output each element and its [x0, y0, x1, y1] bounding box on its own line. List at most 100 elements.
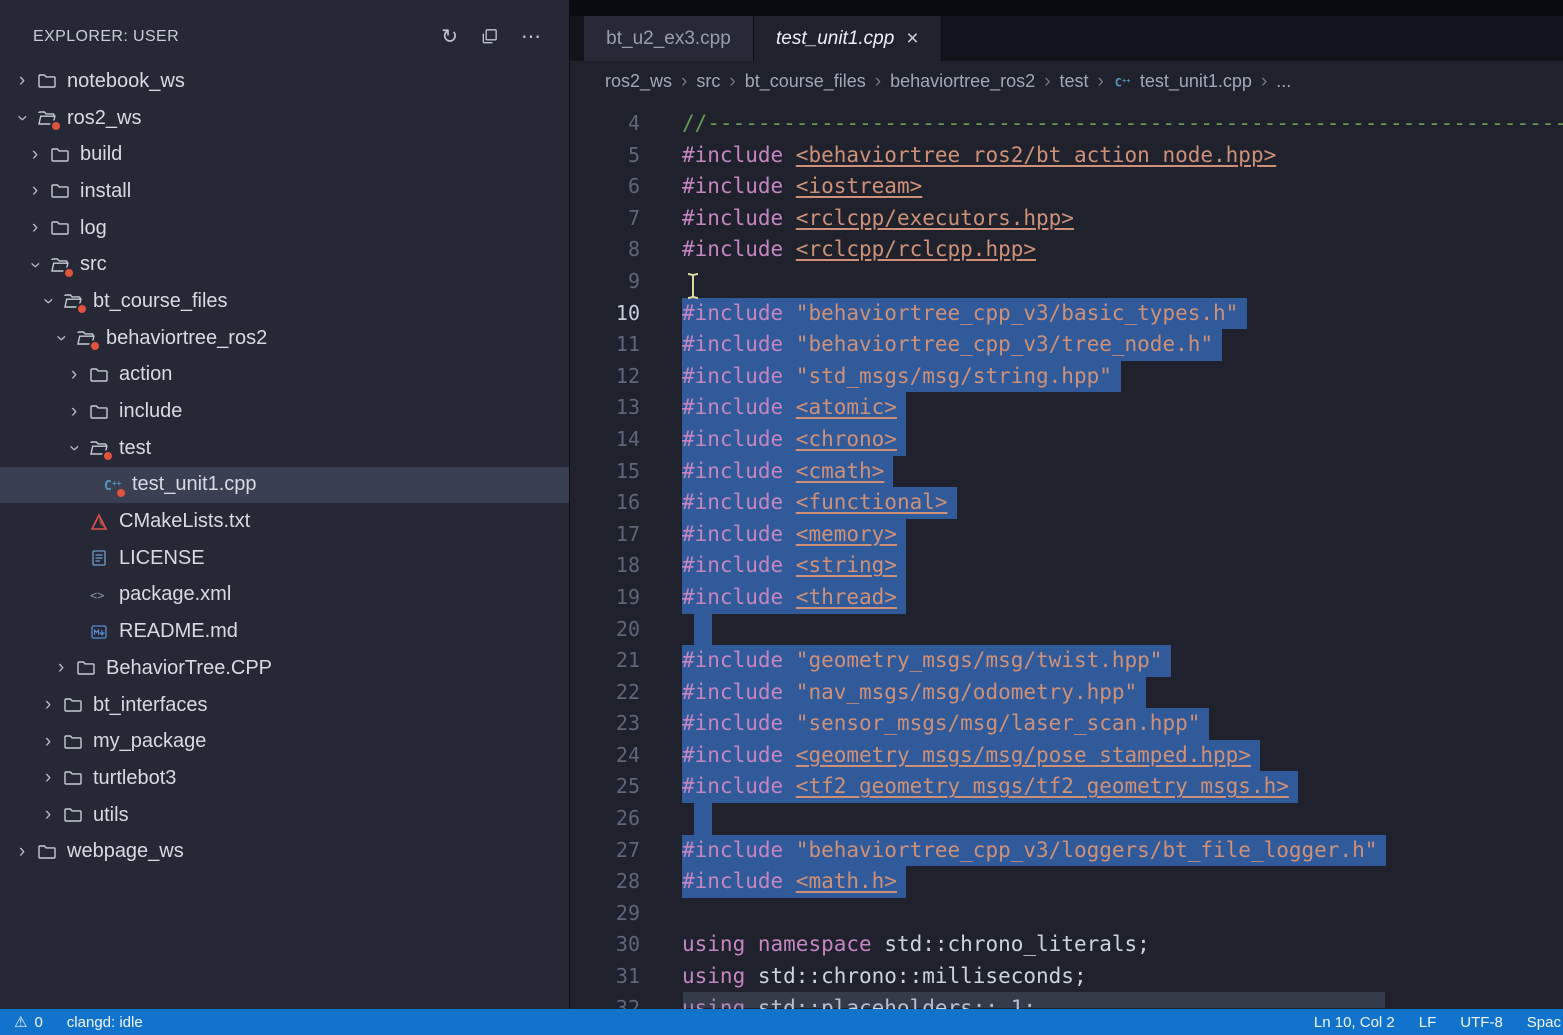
breadcrumb-item[interactable]: src [696, 71, 720, 92]
code-line-23[interactable]: 23#include "sensor_msgs/msg/laser_scan.h… [570, 708, 1563, 740]
code-line-6[interactable]: 6#include <iostream> [570, 171, 1563, 203]
code-line-9[interactable]: 9 [570, 266, 1563, 298]
chevron-icon[interactable]: › [10, 841, 34, 863]
indent-indicator[interactable]: Spac [1527, 1014, 1561, 1031]
refresh-icon[interactable]: ↻ [441, 24, 458, 49]
line-number[interactable]: 24 [570, 740, 640, 772]
code-line-16[interactable]: 16#include <functional> [570, 487, 1563, 519]
code-line-7[interactable]: 7#include <rclcpp/executors.hpp> [570, 203, 1563, 235]
chevron-icon[interactable]: › [36, 767, 60, 789]
tree-item-turtlebot3[interactable]: ›turtlebot3 [0, 760, 569, 797]
chevron-icon[interactable]: › [49, 657, 73, 679]
tree-item-utils[interactable]: ›utils [0, 797, 569, 834]
code-line-8[interactable]: 8#include <rclcpp/rclcpp.hpp> [570, 234, 1563, 266]
chevron-icon[interactable]: › [10, 70, 34, 92]
code-line-5[interactable]: 5#include <behaviortree_ros2/bt_action_n… [570, 140, 1563, 172]
code-line-21[interactable]: 21#include "geometry_msgs/msg/twist.hpp" [570, 645, 1563, 677]
code-line-18[interactable]: 18#include <string> [570, 550, 1563, 582]
tree-item-build[interactable]: ›build [0, 136, 569, 173]
code-line-14[interactable]: 14#include <chrono> [570, 424, 1563, 456]
code-line-31[interactable]: 31using std::chrono::milliseconds; [570, 961, 1563, 993]
line-number[interactable]: 7 [570, 203, 640, 235]
code-line-12[interactable]: 12#include "std_msgs/msg/string.hpp" [570, 361, 1563, 393]
code-line-11[interactable]: 11#include "behaviortree_cpp_v3/tree_nod… [570, 329, 1563, 361]
tree-item-my_package[interactable]: ›my_package [0, 723, 569, 760]
code-line-25[interactable]: 25#include <tf2_geometry_msgs/tf2_geomet… [570, 771, 1563, 803]
line-number[interactable]: 4 [570, 108, 640, 140]
code-line-28[interactable]: 28#include <math.h> [570, 866, 1563, 898]
breadcrumb-item[interactable]: bt_course_files [745, 71, 866, 92]
tree-item-test[interactable]: ›test [0, 430, 569, 467]
more-actions-icon[interactable]: ⋯ [521, 24, 541, 49]
line-number[interactable]: 14 [570, 424, 640, 456]
line-number[interactable]: 17 [570, 519, 640, 551]
line-number[interactable]: 23 [570, 708, 640, 740]
chevron-icon[interactable]: › [23, 217, 47, 239]
tree-item-webpage_ws[interactable]: ›webpage_ws [0, 833, 569, 870]
line-number[interactable]: 31 [570, 961, 640, 993]
line-number[interactable]: 18 [570, 550, 640, 582]
chevron-icon[interactable]: › [23, 144, 47, 166]
line-number[interactable]: 16 [570, 487, 640, 519]
line-number[interactable]: 6 [570, 171, 640, 203]
breadcrumb-item[interactable]: test [1060, 71, 1089, 92]
tree-item-bt_course_files[interactable]: ›bt_course_files [0, 283, 569, 320]
code-line-27[interactable]: 27#include "behaviortree_cpp_v3/loggers/… [570, 835, 1563, 867]
horizontal-scrollbar[interactable] [683, 992, 1385, 1008]
line-number[interactable]: 10 [570, 298, 640, 330]
breadcrumb-overflow[interactable]: ... [1276, 71, 1291, 92]
tree-item-log[interactable]: ›log [0, 210, 569, 247]
code-line-15[interactable]: 15#include <cmath> [570, 456, 1563, 488]
chevron-icon[interactable]: › [37, 289, 59, 313]
line-number[interactable]: 15 [570, 456, 640, 488]
line-number[interactable]: 5 [570, 140, 640, 172]
chevron-icon[interactable]: › [63, 436, 85, 460]
code-line-22[interactable]: 22#include "nav_msgs/msg/odometry.hpp" [570, 677, 1563, 709]
code-line-4[interactable]: 4//-------------------------------------… [570, 108, 1563, 140]
tree-item-BehaviorTree.CPP[interactable]: ›BehaviorTree.CPP [0, 650, 569, 687]
tab-bt_u2_ex3.cpp[interactable]: bt_u2_ex3.cpp [584, 16, 754, 61]
collapse-folders-icon[interactable] [480, 27, 499, 46]
line-number[interactable]: 27 [570, 835, 640, 867]
line-number[interactable]: 22 [570, 677, 640, 709]
breadcrumb-file[interactable]: test_unit1.cpp [1140, 71, 1252, 92]
tree-item-action[interactable]: ›action [0, 357, 569, 394]
breadcrumb-item[interactable]: ros2_ws [605, 71, 672, 92]
clangd-status[interactable]: clangd: idle [67, 1014, 143, 1031]
chevron-icon[interactable]: › [36, 731, 60, 753]
code-line-13[interactable]: 13#include <atomic> [570, 392, 1563, 424]
chevron-icon[interactable]: › [50, 326, 72, 350]
chevron-icon[interactable]: › [24, 253, 46, 277]
chevron-icon[interactable]: › [36, 694, 60, 716]
line-number[interactable]: 26 [570, 803, 640, 835]
tree-item-test_unit1.cpp[interactable]: C++test_unit1.cpp [0, 467, 569, 504]
line-number[interactable]: 13 [570, 392, 640, 424]
tree-item-bt_interfaces[interactable]: ›bt_interfaces [0, 687, 569, 724]
tree-item-src[interactable]: ›src [0, 246, 569, 283]
code-line-19[interactable]: 19#include <thread> [570, 582, 1563, 614]
code-line-20[interactable]: 20 [570, 614, 1563, 646]
cursor-position[interactable]: Ln 10, Col 2 [1314, 1014, 1395, 1031]
eol-indicator[interactable]: LF [1419, 1014, 1437, 1031]
tree-item-LICENSE[interactable]: LICENSE [0, 540, 569, 577]
code-line-29[interactable]: 29 [570, 898, 1563, 930]
line-number[interactable]: 12 [570, 361, 640, 393]
chevron-icon[interactable]: › [62, 364, 86, 386]
line-number[interactable]: 30 [570, 929, 640, 961]
code-line-24[interactable]: 24#include <geometry_msgs/msg/pose_stamp… [570, 740, 1563, 772]
tree-item-ros2_ws[interactable]: ›ros2_ws [0, 100, 569, 137]
tree-item-include[interactable]: ›include [0, 393, 569, 430]
chevron-icon[interactable]: › [36, 804, 60, 826]
code-line-26[interactable]: 26 [570, 803, 1563, 835]
code-editor[interactable]: 4//-------------------------------------… [570, 102, 1563, 1009]
tree-item-behaviortree_ros2[interactable]: ›behaviortree_ros2 [0, 320, 569, 357]
tree-item-README.md[interactable]: README.md [0, 613, 569, 650]
breadcrumb-item[interactable]: behaviortree_ros2 [890, 71, 1035, 92]
chevron-icon[interactable]: › [11, 106, 33, 130]
tree-item-package.xml[interactable]: <>package.xml [0, 577, 569, 614]
close-icon[interactable]: × [906, 28, 918, 49]
line-number[interactable]: 11 [570, 329, 640, 361]
code-line-10[interactable]: 10#include "behaviortree_cpp_v3/basic_ty… [570, 298, 1563, 330]
line-number[interactable]: 21 [570, 645, 640, 677]
chevron-icon[interactable]: › [62, 401, 86, 423]
